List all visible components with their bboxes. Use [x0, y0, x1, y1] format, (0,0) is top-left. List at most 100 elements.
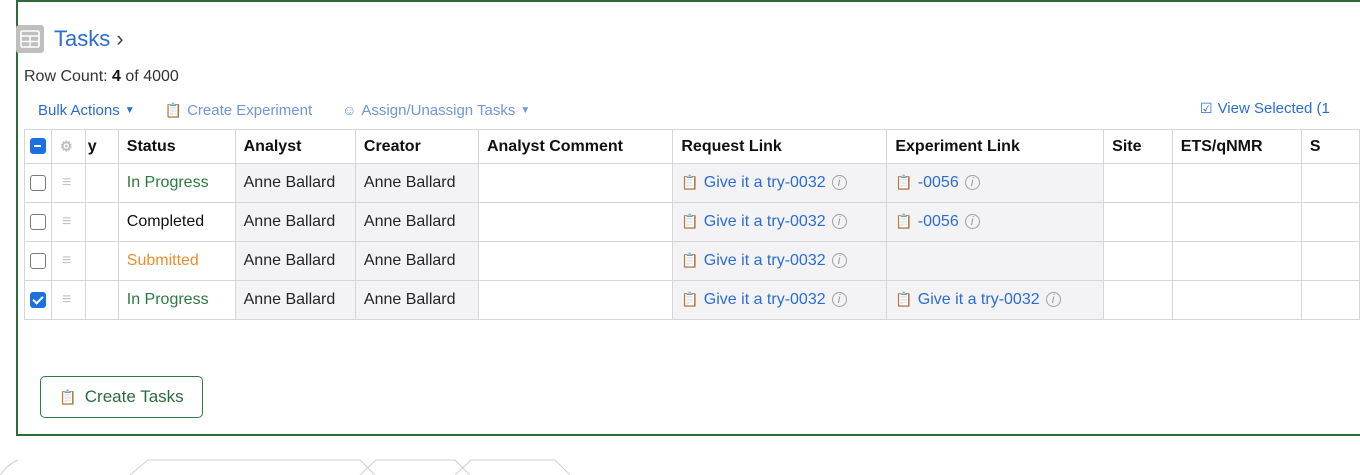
ets-qnmr-cell[interactable] [1171, 202, 1302, 242]
experiment-link[interactable]: 📋 -0056 [895, 174, 958, 191]
drag-handle-cell[interactable]: ≡ [51, 241, 86, 281]
table-grid-icon [16, 25, 44, 53]
row-checkbox[interactable] [30, 291, 46, 308]
drag-handle-cell[interactable]: ≡ [51, 202, 86, 242]
info-icon[interactable]: i [831, 214, 847, 230]
request-link-cell: 📋 Give it a try-0032 i [672, 280, 888, 320]
clipboard-icon: 📋 [895, 213, 913, 229]
table-header-row: ⚙ y Status Analyst Creator Analyst Comme… [24, 129, 1360, 164]
column-header[interactable]: y [85, 129, 119, 164]
create-experiment-button[interactable]: 📋 Create Experiment [165, 102, 313, 119]
table-row[interactable]: ≡ In Progress Anne Ballard Anne Ballard 📋 Giv… [24, 280, 1360, 320]
request-link[interactable]: 📋 Give it a try-0032 [681, 174, 825, 191]
info-icon[interactable]: i [831, 175, 847, 191]
column-settings-cell[interactable]: ⚙ [51, 129, 86, 164]
drag-handle-cell[interactable]: ≡ [51, 280, 86, 320]
row-checkbox[interactable] [30, 213, 46, 230]
request-link-cell: 📋 Give it a try-0032 i [672, 241, 888, 281]
cell [84, 280, 119, 320]
experiment-link[interactable]: 📋 -0056 [895, 213, 958, 230]
caret-down-icon: ▼ [520, 104, 531, 116]
clipboard-icon: 📋 [681, 252, 699, 268]
row-select-cell[interactable] [24, 241, 52, 281]
drag-handle-icon[interactable]: ≡ [62, 252, 71, 269]
column-header-analyst[interactable]: Analyst [234, 129, 356, 164]
status-cell: Completed [117, 202, 236, 242]
row-checkbox[interactable] [30, 174, 46, 191]
gear-icon[interactable]: ⚙ [60, 138, 73, 154]
request-link[interactable]: 📋 Give it a try-0032 [681, 291, 825, 308]
column-header-request-link[interactable]: Request Link [672, 129, 888, 164]
ets-qnmr-cell[interactable] [1171, 280, 1302, 320]
column-header-site[interactable]: Site [1103, 129, 1173, 164]
info-icon[interactable]: i [831, 253, 847, 269]
clipboard-icon: 📋 [164, 101, 183, 118]
site-cell[interactable] [1103, 163, 1173, 203]
drag-handle-icon[interactable]: ≡ [62, 174, 71, 191]
analyst-comment-cell[interactable] [477, 202, 674, 242]
assign-unassign-dropdown[interactable]: ☺ Assign/Unassign Tasks ▼ [342, 102, 530, 119]
request-link[interactable]: 📋 Give it a try-0032 [681, 213, 825, 230]
view-selected-button[interactable]: ☑ View Selected (1 [1200, 100, 1330, 117]
analyst-comment-cell[interactable] [477, 280, 674, 320]
table-row[interactable]: ≡ Completed Anne Ballard Anne Ballard 📋 Give … [24, 202, 1360, 242]
info-icon[interactable]: i [964, 175, 980, 191]
analyst-cell: Anne Ballard [234, 163, 356, 203]
site-cell[interactable] [1103, 280, 1173, 320]
analyst-comment-cell[interactable] [477, 163, 674, 203]
site-cell[interactable] [1103, 202, 1173, 242]
create-tasks-button[interactable]: 📋 Create Tasks [40, 376, 203, 418]
user-circle-icon: ☺ [342, 102, 357, 118]
analyst-cell: Anne Ballard [234, 280, 356, 320]
drag-handle-icon[interactable]: ≡ [62, 291, 71, 308]
bottom-tab[interactable] [454, 459, 571, 475]
experiment-link[interactable]: 📋 Give it a try-0032 [895, 291, 1039, 308]
creator-cell: Anne Ballard [354, 163, 479, 203]
analyst-comment-cell[interactable] [477, 241, 674, 281]
info-icon[interactable]: i [964, 214, 980, 230]
clipboard-icon: 📋 [681, 174, 699, 190]
ets-qnmr-cell[interactable] [1171, 241, 1302, 281]
experiment-link-cell: 📋 -0056 i [886, 202, 1105, 242]
bottom-tab[interactable] [129, 459, 376, 475]
creator-cell: Anne Ballard [354, 202, 479, 242]
cell [1300, 280, 1360, 320]
clipboard-icon: 📋 [895, 291, 913, 307]
row-select-cell[interactable] [24, 163, 52, 203]
clipboard-check-icon: 📋 [59, 388, 77, 405]
column-header-creator[interactable]: Creator [354, 129, 479, 164]
column-header[interactable]: S [1300, 129, 1360, 164]
row-checkbox[interactable] [30, 252, 46, 269]
row-select-cell[interactable] [24, 202, 52, 242]
page-title[interactable]: Tasks [54, 26, 110, 52]
row-select-cell[interactable] [24, 280, 52, 320]
checkbox-square-icon: ☑ [1200, 100, 1213, 116]
creator-cell: Anne Ballard [354, 280, 479, 320]
column-header-analyst-comment[interactable]: Analyst Comment [477, 129, 674, 164]
drag-handle-cell[interactable]: ≡ [51, 163, 86, 203]
select-all-cell[interactable] [24, 129, 52, 164]
info-icon[interactable]: i [831, 292, 847, 308]
drag-handle-icon[interactable]: ≡ [62, 213, 71, 230]
experiment-link-cell: 📋 Give it a try-0032 i [886, 280, 1105, 320]
analyst-cell: Anne Ballard [234, 241, 356, 281]
row-count: Row Count: 4 of 4000 [24, 68, 179, 85]
cell [1300, 163, 1360, 203]
column-header-status[interactable]: Status [117, 129, 236, 164]
clipboard-icon: 📋 [681, 291, 699, 307]
select-all-checkbox[interactable] [30, 138, 46, 155]
cell [84, 202, 119, 242]
info-icon[interactable]: i [1045, 292, 1061, 308]
chevron-right-icon[interactable]: › [116, 26, 123, 52]
ets-qnmr-cell[interactable] [1171, 163, 1302, 203]
status-cell: In Progress [117, 163, 236, 203]
table-row[interactable]: ≡ In Progress Anne Ballard Anne Ballard 📋 Giv… [24, 163, 1360, 203]
column-header-ets-qnmr[interactable]: ETS/qNMR [1171, 129, 1302, 164]
bulk-actions-dropdown[interactable]: Bulk Actions ▼ [38, 102, 135, 119]
request-link[interactable]: 📋 Give it a try-0032 [681, 252, 825, 269]
experiment-link-cell: 📋 -0056 i [886, 163, 1105, 203]
column-header-experiment-link[interactable]: Experiment Link [886, 129, 1105, 164]
table-row[interactable]: ≡ Submitted Anne Ballard Anne Ballard 📋 Give … [24, 241, 1360, 281]
site-cell[interactable] [1103, 241, 1173, 281]
bottom-tab[interactable] [359, 459, 471, 475]
